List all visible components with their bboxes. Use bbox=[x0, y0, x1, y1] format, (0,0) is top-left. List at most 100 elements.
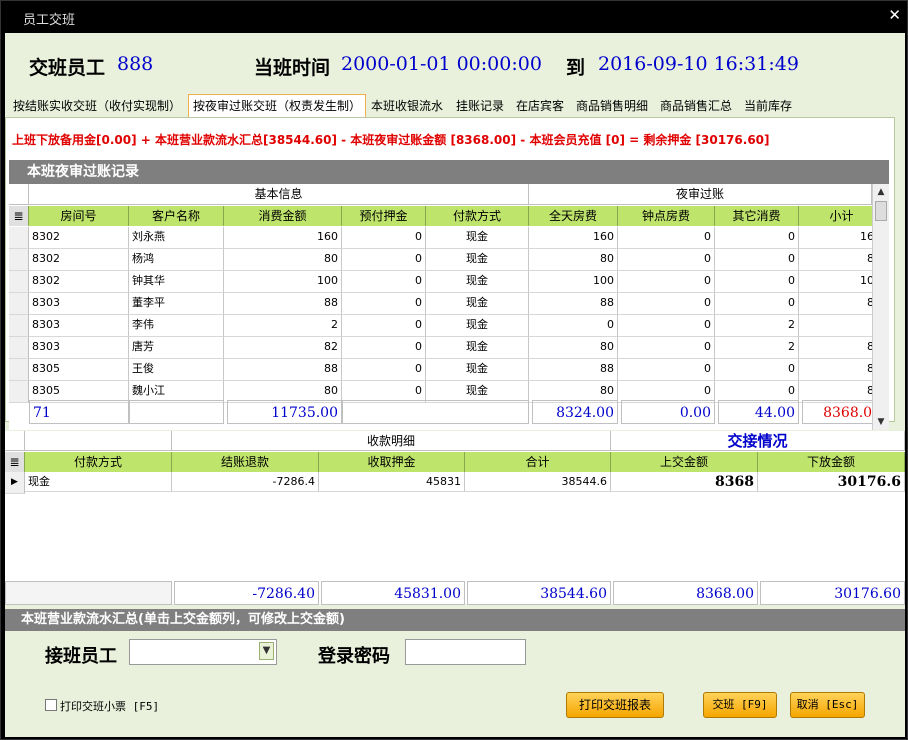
row-selector[interactable] bbox=[9, 293, 29, 315]
tab-bar: 按结账实收交班（收付实现制） 按夜审过账交班（权责发生制） 本班收银流水 挂账记… bbox=[5, 94, 905, 117]
col-hourly[interactable]: 钟点房费 bbox=[618, 206, 715, 226]
tab-goods-sales-detail[interactable]: 商品销售明细 bbox=[572, 95, 652, 117]
audit-cell-deposit: 0 bbox=[342, 359, 426, 381]
summary-formula: 上班下放备用金[0.00] + 本班营业款流水汇总[38544.60] - 本班… bbox=[12, 133, 770, 147]
row-selector[interactable] bbox=[9, 315, 29, 337]
col-deposit[interactable]: 预付押金 bbox=[342, 206, 426, 226]
handover-button[interactable]: 交班 [F9] bbox=[703, 692, 777, 718]
pay-total-empty bbox=[5, 581, 172, 605]
chevron-down-icon[interactable]: ▼ bbox=[259, 642, 274, 660]
pay-grid-menu-icon[interactable]: ≣ bbox=[5, 452, 25, 472]
pay-col-method[interactable]: 付款方式 bbox=[25, 452, 172, 472]
audit-cell-pay-method: 现金 bbox=[426, 293, 529, 315]
print-report-button[interactable]: 打印交班报表 bbox=[566, 692, 664, 718]
audit-cell-consume: 160 bbox=[224, 227, 342, 249]
audit-cell-consume: 88 bbox=[224, 359, 342, 381]
tab-accrual-basis[interactable]: 按夜审过账交班（权责发生制） bbox=[188, 94, 367, 117]
audit-cell-hourly: 0 bbox=[618, 227, 715, 249]
tab-in-house-guests[interactable]: 在店宾客 bbox=[512, 95, 568, 117]
audit-cell-pay-method: 现金 bbox=[426, 271, 529, 293]
audit-cell-hourly: 0 bbox=[618, 249, 715, 271]
receiver-label: 接班员工 bbox=[45, 646, 117, 667]
row-selector[interactable] bbox=[9, 359, 29, 381]
tab-goods-sales-summary[interactable]: 商品销售汇总 bbox=[656, 95, 736, 117]
audit-cell-deposit: 0 bbox=[342, 227, 426, 249]
audit-cell-room-no: 8302 bbox=[29, 227, 129, 249]
total-consume: 11735.00 bbox=[227, 400, 342, 424]
audit-cell-consume: 100 bbox=[224, 271, 342, 293]
tab-inventory[interactable]: 当前库存 bbox=[740, 95, 796, 117]
col-customer[interactable]: 客户名称 bbox=[129, 206, 224, 226]
audit-cell-hourly: 0 bbox=[618, 293, 715, 315]
audit-cell-full-day: 88 bbox=[529, 359, 618, 381]
scroll-up-icon[interactable]: ▲ bbox=[873, 184, 889, 200]
col-consume[interactable]: 消费金额 bbox=[224, 206, 342, 226]
scroll-down-icon[interactable]: ▼ bbox=[873, 414, 889, 430]
print-ticket-checkbox[interactable] bbox=[45, 699, 57, 711]
audit-section-title: 本班夜审过账记录 bbox=[9, 160, 889, 184]
group-handover-status: 交接情况 bbox=[611, 431, 905, 451]
audit-cell-other: 2 bbox=[715, 337, 799, 359]
tab-cashier-flow[interactable]: 本班收银流水 bbox=[367, 95, 447, 117]
audit-cell-customer: 杨鸿 bbox=[129, 249, 224, 271]
col-full-day[interactable]: 全天房费 bbox=[529, 206, 618, 226]
row-selector[interactable] bbox=[9, 271, 29, 293]
total-other: 44.00 bbox=[718, 400, 799, 424]
audit-cell-consume: 88 bbox=[224, 293, 342, 315]
pay-cell-submit[interactable]: 8368 bbox=[611, 472, 758, 492]
close-icon[interactable]: ✕ bbox=[888, 6, 901, 24]
group-night-audit: 夜审过账 bbox=[529, 184, 872, 205]
pay-total-submit: 8368.00 bbox=[613, 581, 758, 605]
audit-cell-room-no: 8303 bbox=[29, 315, 129, 337]
audit-cell-customer: 王俊 bbox=[129, 359, 224, 381]
pay-total-release: 30176.60 bbox=[760, 581, 905, 605]
main-content: 交班员工 888 当班时间 2000-01-01 00:00:00 到 2016… bbox=[5, 33, 905, 737]
audit-cell-deposit: 0 bbox=[342, 249, 426, 271]
group-receipt-detail: 收款明细 bbox=[172, 431, 611, 451]
pay-corner bbox=[5, 431, 25, 451]
audit-cell-hourly: 0 bbox=[618, 315, 715, 337]
total-empty-1 bbox=[129, 400, 224, 424]
grid-menu-icon[interactable]: ≣ bbox=[9, 206, 29, 226]
audit-scrollbar[interactable]: ▲ ▼ bbox=[872, 184, 889, 430]
row-selector[interactable] bbox=[9, 381, 29, 403]
audit-cell-deposit: 0 bbox=[342, 337, 426, 359]
password-input[interactable] bbox=[405, 639, 526, 665]
pay-cell-method: 现金 bbox=[25, 472, 172, 492]
time-label: 当班时间 bbox=[254, 57, 331, 79]
cancel-button[interactable]: 取消 [Esc] bbox=[790, 692, 865, 718]
pay-col-release[interactable]: 下放金额 bbox=[758, 452, 905, 472]
pay-col-refund[interactable]: 结账退款 bbox=[172, 452, 319, 472]
pay-col-submit[interactable]: 上交金额 bbox=[611, 452, 758, 472]
audit-cell-full-day: 0 bbox=[529, 315, 618, 337]
total-count: 71 bbox=[29, 400, 129, 424]
header: 交班员工 888 当班时间 2000-01-01 00:00:00 到 2016… bbox=[5, 33, 905, 93]
row-selector[interactable] bbox=[9, 227, 29, 249]
row-selector[interactable] bbox=[9, 249, 29, 271]
password-label: 登录密码 bbox=[318, 646, 390, 667]
audit-cell-room-no: 8302 bbox=[29, 271, 129, 293]
audit-cell-consume: 2 bbox=[224, 315, 342, 337]
audit-cell-deposit: 0 bbox=[342, 293, 426, 315]
audit-cell-deposit: 0 bbox=[342, 271, 426, 293]
receiver-select[interactable]: ▼ bbox=[129, 639, 277, 665]
pay-total-sum: 38544.60 bbox=[467, 581, 611, 605]
col-other[interactable]: 其它消费 bbox=[715, 206, 799, 226]
scroll-thumb[interactable] bbox=[875, 201, 887, 221]
col-room-no[interactable]: 房间号 bbox=[29, 206, 129, 226]
audit-cell-other: 0 bbox=[715, 359, 799, 381]
audit-cell-customer: 唐芳 bbox=[129, 337, 224, 359]
row-pointer-icon: ▶ bbox=[5, 472, 25, 494]
pay-col-deposit[interactable]: 收取押金 bbox=[319, 452, 465, 472]
audit-cell-pay-method: 现金 bbox=[426, 249, 529, 271]
tab-cash-basis[interactable]: 按结账实收交班（收付实现制） bbox=[9, 95, 185, 117]
row-selector[interactable] bbox=[9, 337, 29, 359]
audit-cell-hourly: 0 bbox=[618, 271, 715, 293]
col-pay-method[interactable]: 付款方式 bbox=[426, 206, 529, 226]
total-empty-2 bbox=[342, 400, 529, 424]
pay-col-total[interactable]: 合计 bbox=[465, 452, 611, 472]
group-corner bbox=[9, 184, 29, 205]
tab-credit-records[interactable]: 挂账记录 bbox=[452, 95, 508, 117]
print-ticket-label[interactable]: 打印交班小票 [F5] bbox=[60, 698, 159, 714]
audit-cell-room-no: 8305 bbox=[29, 359, 129, 381]
